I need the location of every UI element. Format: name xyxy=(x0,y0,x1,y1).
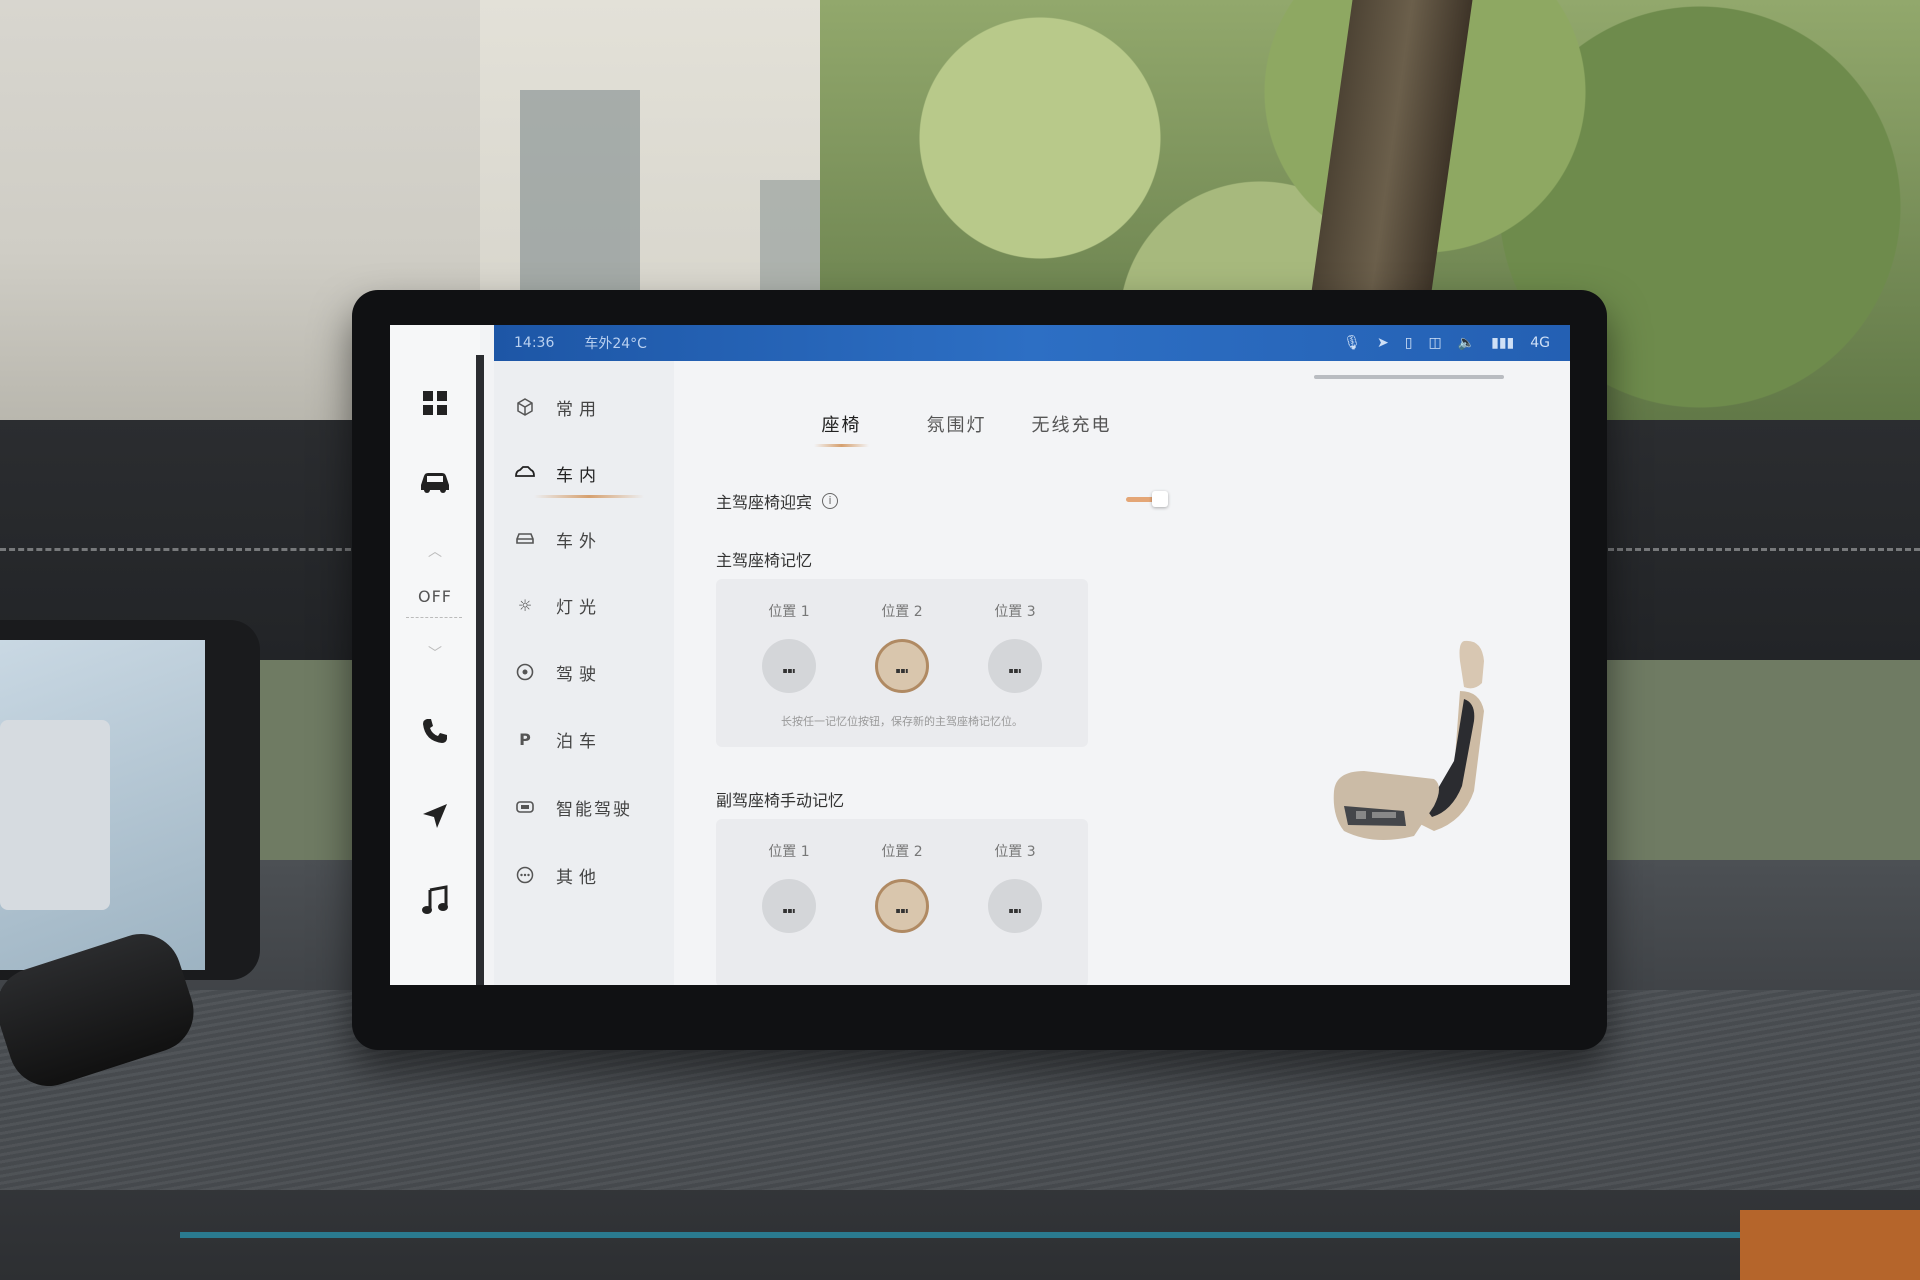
nav-item-label: 常用 xyxy=(556,399,602,420)
infotainment-screen: ︿ OFF ﹀ 14:36 车外24°C 🎙 ➤ ▯ ◫ 🔈 ▮▮▮ 4G 常用… xyxy=(390,325,1570,985)
dashboard-stitching xyxy=(0,548,360,551)
info-icon[interactable]: i xyxy=(822,493,839,509)
driver-welcome-label: 主驾座椅迎宾 xyxy=(716,493,813,512)
apps-icon[interactable] xyxy=(414,382,456,424)
seat-icon: ⑉ xyxy=(762,879,816,933)
passenger-memory-slot-3[interactable]: 位置 3 ⑉ xyxy=(975,841,1055,933)
passenger-memory-slot-2[interactable]: 位置 2 ⑉ xyxy=(862,841,942,933)
nav-item-label: 车内 xyxy=(556,465,602,486)
chevron-up-icon[interactable]: ︿ xyxy=(426,545,444,559)
slot-label: 位置 3 xyxy=(994,844,1036,860)
nav-item-label: 驾驶 xyxy=(556,664,602,685)
driver-memory-card: 位置 1 ⑉ 位置 2 ⑉ 位置 3 ⑉ 长按任一记忆位按钮，保存新的主驾座椅记… xyxy=(716,579,1088,747)
nav-item-label: 车外 xyxy=(556,531,602,552)
seat-icon: ⑉ xyxy=(875,639,929,693)
passenger-memory-card: 位置 1 ⑉ 位置 2 ⑉ 位置 3 ⑉ xyxy=(716,819,1088,985)
driver-welcome-row: 主驾座椅迎宾 i xyxy=(716,489,839,513)
nav-item-label: 其他 xyxy=(556,867,602,888)
tab-wireless-charging[interactable]: 无线充电 xyxy=(1014,411,1129,437)
seat-icon: ⑉ xyxy=(988,879,1042,933)
passenger-memory-title: 副驾座椅手动记忆 xyxy=(716,791,845,810)
settings-nav: 常用 车内 车外 ☼ 灯光 驾驶 P 泊车 智能驾驶 其他 xyxy=(494,361,674,985)
tab-ambient-light[interactable]: 氛围灯 xyxy=(899,411,1014,437)
more-icon xyxy=(514,864,536,886)
car-interior-icon xyxy=(514,462,536,484)
driver-memory-slot-3[interactable]: 位置 3 ⑉ xyxy=(975,601,1055,693)
nav-item-interior[interactable]: 车内 xyxy=(514,453,664,493)
seat-icon: ⑉ xyxy=(988,639,1042,693)
toggle-knob xyxy=(1152,491,1168,507)
nav-item-smart-driving[interactable]: 智能驾驶 xyxy=(514,787,664,827)
steering-icon xyxy=(514,661,536,683)
driver-welcome-toggle[interactable] xyxy=(1126,491,1168,509)
status-icons: 🎙 ➤ ▯ ◫ 🔈 ▮▮▮ 4G xyxy=(1343,335,1550,351)
tab-bar: 座椅 氛围灯 无线充电 xyxy=(784,411,1129,447)
slot-label: 位置 1 xyxy=(768,844,810,860)
nav-item-label: 灯光 xyxy=(556,597,602,618)
seat-settings-panel: 座椅 氛围灯 无线充电 主驾座椅迎宾 i 主驾座椅记忆 位置 1 ⑉ 位置 2 … xyxy=(674,361,1570,985)
seat-illustration xyxy=(1314,621,1514,861)
network-label: 4G xyxy=(1530,335,1550,351)
door-trim xyxy=(1740,1210,1920,1280)
nav-item-label: 泊车 xyxy=(556,731,602,752)
chevron-down-icon[interactable]: ﹀ xyxy=(426,647,444,661)
phone-icon[interactable] xyxy=(414,710,456,752)
slot-label: 位置 1 xyxy=(768,604,810,620)
status-bar: 14:36 车外24°C 🎙 ➤ ▯ ◫ 🔈 ▮▮▮ 4G xyxy=(494,325,1570,361)
car-icon[interactable] xyxy=(414,460,456,502)
volume-icon: 🔈 xyxy=(1457,335,1476,351)
nav-item-common[interactable]: 常用 xyxy=(514,387,664,427)
off-label[interactable]: OFF xyxy=(402,587,468,606)
car-exterior-icon xyxy=(514,528,536,550)
dashboard-stitching xyxy=(1590,548,1920,551)
nav-item-driving[interactable]: 驾驶 xyxy=(514,652,664,692)
phone-status-icon: ▯ xyxy=(1404,335,1413,351)
nav-item-parking[interactable]: P 泊车 xyxy=(514,719,664,759)
nav-item-exterior[interactable]: 车外 xyxy=(514,519,664,559)
location-icon: ➤ xyxy=(1376,335,1389,351)
cube-icon xyxy=(514,396,536,418)
driver-memory-hint: 长按任一记忆位按钮，保存新的主驾座椅记忆位。 xyxy=(781,715,1023,728)
parking-icon: P xyxy=(519,729,531,749)
music-icon[interactable] xyxy=(414,880,456,922)
navigation-icon[interactable] xyxy=(414,795,456,837)
nav-item-lights[interactable]: ☼ 灯光 xyxy=(514,585,664,625)
light-icon: ☼ xyxy=(517,595,533,615)
cluster-car-graphic xyxy=(0,720,110,910)
driver-memory-slot-2[interactable]: 位置 2 ⑉ xyxy=(862,601,942,693)
active-nav-indicator xyxy=(534,495,644,498)
rail-edge xyxy=(476,355,484,985)
building-window xyxy=(520,90,640,320)
driver-memory-slot-1[interactable]: 位置 1 ⑉ xyxy=(749,601,829,693)
slot-label: 位置 3 xyxy=(994,604,1036,620)
smart-drive-icon xyxy=(514,796,536,818)
ambient-light-strip xyxy=(180,1232,1920,1238)
left-rail: ︿ OFF ﹀ xyxy=(390,325,480,985)
seat-icon: ⑉ xyxy=(762,639,816,693)
microphone-icon: 🎙 xyxy=(1343,335,1361,351)
passenger-memory-slot-1[interactable]: 位置 1 ⑉ xyxy=(749,841,829,933)
seat-icon: ⑉ xyxy=(875,879,929,933)
camera-icon: ◫ xyxy=(1428,335,1442,351)
tab-seat[interactable]: 座椅 xyxy=(784,411,899,447)
nav-item-other[interactable]: 其他 xyxy=(514,855,664,895)
outside-temperature: 车外24°C xyxy=(584,336,647,352)
slot-label: 位置 2 xyxy=(881,844,923,860)
drag-handle[interactable] xyxy=(1314,375,1504,379)
signal-icon: ▮▮▮ xyxy=(1491,335,1515,351)
clock: 14:36 xyxy=(514,335,555,351)
driver-memory-title: 主驾座椅记忆 xyxy=(716,551,813,570)
nav-item-label: 智能驾驶 xyxy=(556,799,632,820)
slot-label: 位置 2 xyxy=(881,604,923,620)
rail-divider-line xyxy=(406,617,462,618)
